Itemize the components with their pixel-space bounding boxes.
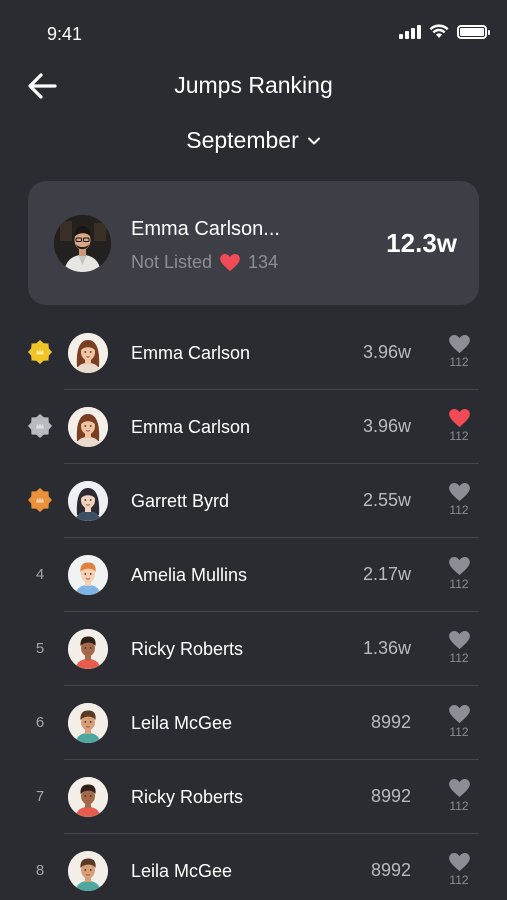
ranking-row[interactable]: 4 Amelia Mullins 2.17w 112 — [0, 538, 507, 612]
jump-score: 2.55w — [362, 490, 411, 510]
heart-icon — [448, 779, 470, 798]
like-button[interactable]: 112 — [445, 705, 473, 739]
heart-icon — [220, 253, 240, 271]
status-bar: 9:41 — [0, 0, 507, 60]
like-count: 112 — [449, 873, 469, 887]
heart-icon — [448, 335, 470, 354]
rank-number: 8 — [35, 861, 45, 879]
my-name: Emma Carlson... — [131, 218, 280, 240]
avatar[interactable] — [68, 777, 108, 817]
heart-icon — [448, 483, 470, 502]
ranking-row[interactable]: 7 Ricky Roberts 8992 112 — [0, 760, 507, 834]
heart-icon — [448, 853, 470, 872]
like-count: 112 — [449, 799, 469, 813]
like-count: 112 — [449, 355, 469, 369]
rank-number: 6 — [35, 713, 45, 731]
avatar[interactable] — [68, 555, 108, 595]
like-button[interactable]: 112 — [445, 779, 473, 813]
chevron-down-icon — [307, 137, 320, 144]
avatar[interactable] — [68, 481, 108, 521]
avatar[interactable] — [68, 629, 108, 669]
avatar[interactable] — [68, 333, 108, 373]
like-button[interactable]: 112 — [445, 483, 473, 517]
like-button[interactable]: 112 — [445, 853, 473, 887]
like-count: 112 — [449, 503, 469, 517]
rank-number: 7 — [35, 787, 45, 805]
avatar[interactable] — [68, 703, 108, 743]
heart-icon — [448, 557, 470, 576]
jump-score: 8992 — [370, 712, 411, 732]
jump-score: 1.36w — [362, 638, 411, 658]
user-name: Amelia Mullins — [131, 565, 248, 585]
user-name: Ricky Roberts — [131, 787, 244, 807]
wifi-icon — [429, 24, 449, 38]
ranking-list: Emma Carlson 3.96w 112 Emma Carlson 3.96w 112… — [0, 316, 507, 900]
status-time: 9:41 — [47, 24, 83, 44]
like-button[interactable]: 112 — [445, 631, 473, 665]
ranking-row[interactable]: Emma Carlson 3.96w 112 — [0, 390, 507, 464]
jump-score: 3.96w — [362, 342, 411, 362]
ranking-row[interactable]: 6 Leila McGee 8992 112 — [0, 686, 507, 760]
user-name: Emma Carlson — [131, 417, 251, 437]
jump-score: 8992 — [370, 786, 411, 806]
gold-medal-icon — [26, 338, 54, 366]
like-count: 112 — [449, 725, 469, 739]
my-status: Not Listed — [131, 252, 213, 272]
user-name: Leila McGee — [131, 861, 233, 881]
user-name: Ricky Roberts — [131, 639, 244, 659]
like-button[interactable]: 112 — [445, 557, 473, 591]
heart-icon — [448, 705, 470, 724]
like-button[interactable]: 112 — [445, 335, 473, 369]
silver-medal-icon — [26, 412, 54, 440]
like-count: 112 — [449, 429, 469, 443]
my-score: 12.3w — [386, 228, 457, 258]
bronze-medal-icon — [26, 486, 54, 514]
my-ranking-card: Emma Carlson... Not Listed 134 12.3w — [28, 181, 479, 305]
user-name: Garrett Byrd — [131, 491, 230, 511]
avatar[interactable] — [68, 407, 108, 447]
jump-score: 3.96w — [362, 416, 411, 436]
jump-score: 2.17w — [362, 564, 411, 584]
like-count: 112 — [449, 577, 469, 591]
battery-icon — [457, 24, 490, 39]
like-count: 112 — [449, 651, 469, 665]
rank-number: 5 — [35, 639, 45, 657]
like-button[interactable]: 112 — [445, 409, 473, 443]
ranking-row[interactable]: Garrett Byrd 2.55w 112 — [0, 464, 507, 538]
avatar[interactable] — [68, 851, 108, 891]
ranking-row[interactable]: 5 Ricky Roberts 1.36w 112 — [0, 612, 507, 686]
heart-icon — [448, 409, 470, 428]
user-name: Emma Carlson — [131, 343, 251, 363]
page-title: Jumps Ranking — [174, 72, 333, 98]
status-icons — [399, 24, 490, 39]
user-name: Leila McGee — [131, 713, 233, 733]
ranking-row[interactable]: Emma Carlson 3.96w 112 — [0, 316, 507, 390]
jump-score: 8992 — [370, 860, 411, 880]
month-label: September — [186, 127, 299, 153]
avatar — [54, 215, 111, 272]
my-likes-count: 134 — [248, 252, 279, 272]
ranking-row[interactable]: 8 Leila McGee 8992 112 — [0, 834, 507, 900]
heart-icon — [448, 631, 470, 650]
my-status-line: Not Listed 134 — [131, 252, 278, 273]
rank-number: 4 — [35, 565, 45, 583]
month-dropdown[interactable]: September — [0, 127, 507, 154]
signal-icon — [399, 24, 421, 39]
